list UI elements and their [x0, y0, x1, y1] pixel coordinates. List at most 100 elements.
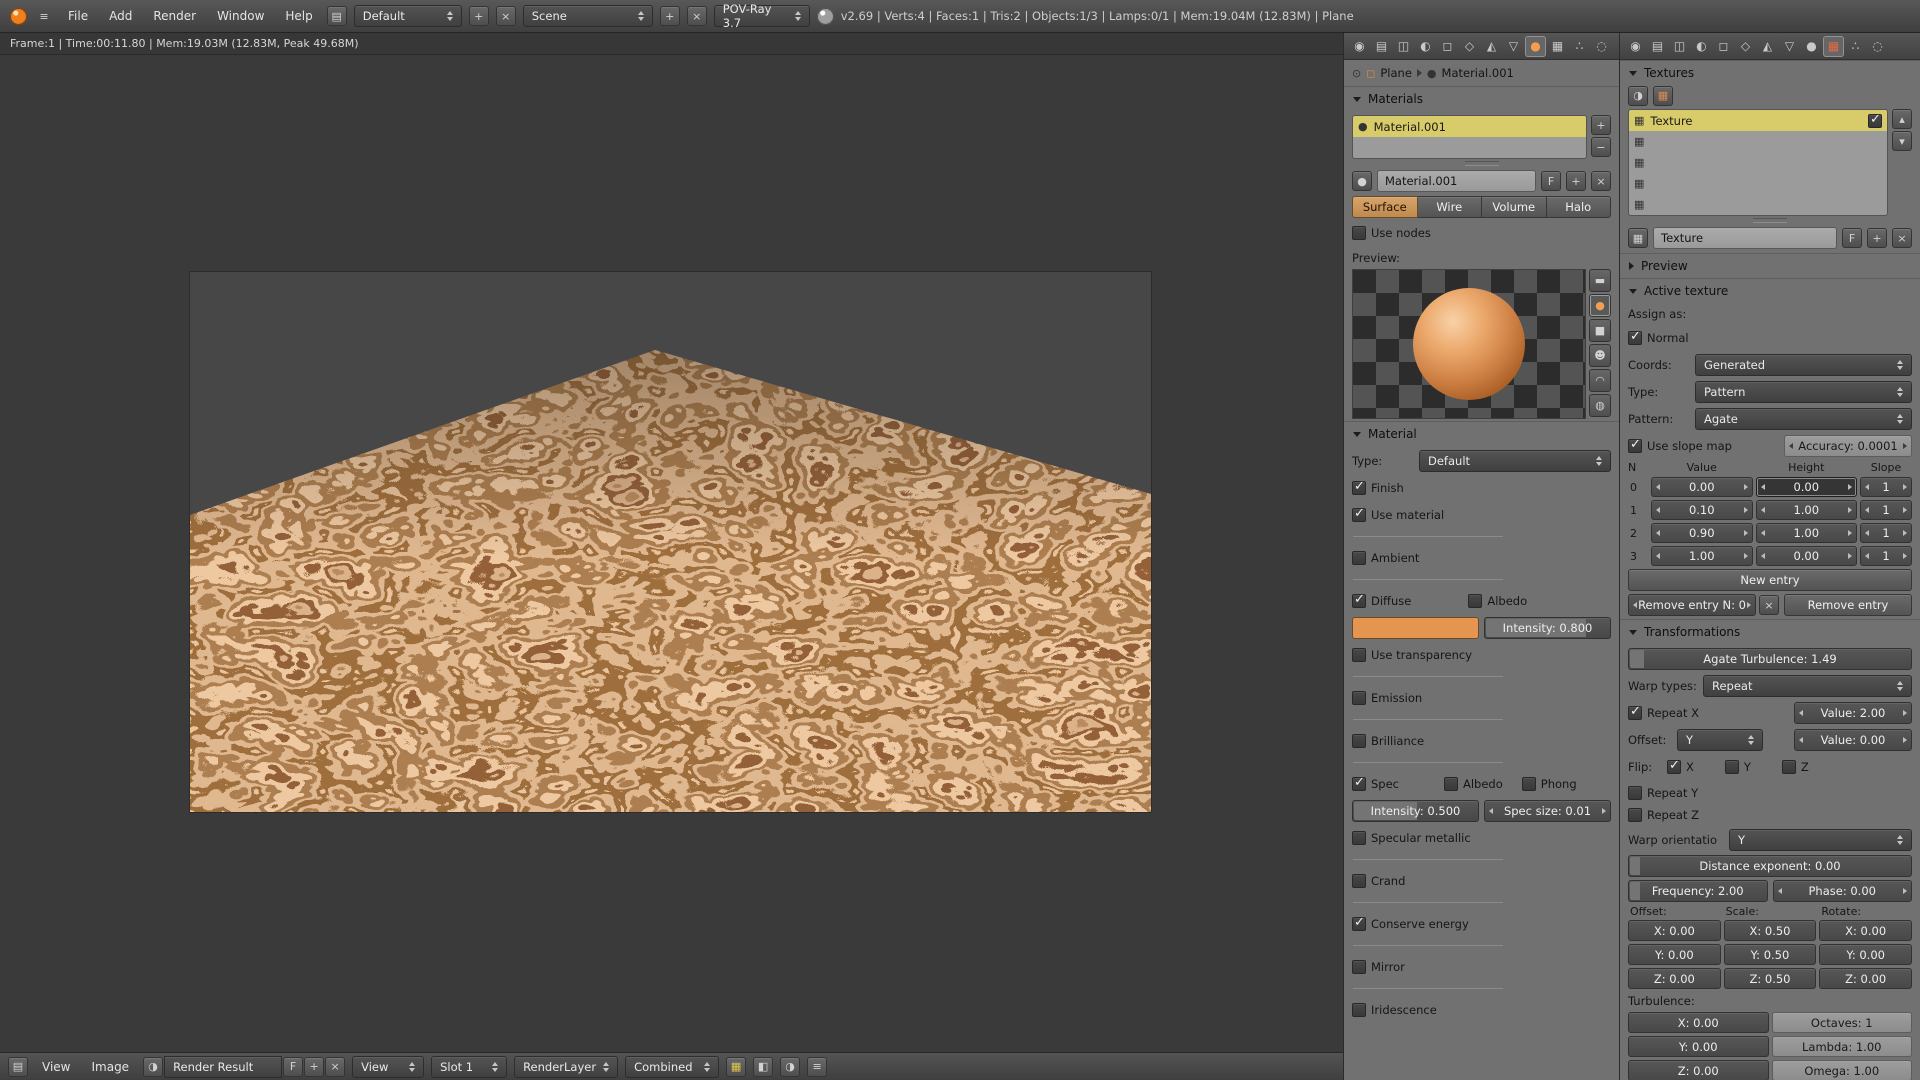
conserve-energy-checkbox[interactable] [1352, 917, 1366, 931]
repeat-z-checkbox[interactable] [1628, 808, 1642, 822]
tab-scene-icon[interactable]: ◫ [1393, 36, 1414, 57]
turbulence-y-field[interactable]: Y: 0.00 [1628, 1036, 1769, 1057]
octaves-field[interactable]: Octaves: 1 [1772, 1012, 1913, 1033]
iridescence-checkbox[interactable] [1352, 1003, 1366, 1017]
wire-tab[interactable]: Wire [1418, 196, 1483, 218]
pattern-selector[interactable]: Agate [1695, 408, 1912, 430]
draw-channel-color-icon[interactable]: ▦ [726, 1057, 746, 1077]
texture-name-field[interactable]: Texture [1653, 227, 1837, 249]
preview-cube-button[interactable]: ■ [1589, 319, 1611, 342]
material-slot-row[interactable]: ● Material.001 [1353, 116, 1586, 137]
tab-scene-icon[interactable]: ◫ [1669, 36, 1690, 57]
active-texture-panel-header[interactable]: Active texture [1620, 278, 1920, 303]
spec-albedo-checkbox[interactable] [1444, 777, 1458, 791]
offset-z-field[interactable]: Z: 0.00 [1628, 968, 1721, 989]
menu-window[interactable]: Window [210, 7, 271, 25]
agate-turbulence-slider[interactable]: Agate Turbulence: 1.49 [1628, 648, 1912, 670]
rotate-x-field[interactable]: X: 0.00 [1819, 920, 1912, 941]
move-texture-up-button[interactable]: ▴ [1892, 109, 1912, 129]
render-slot-selector[interactable]: Slot 1 [431, 1056, 507, 1078]
delete-scene-button[interactable]: × [687, 6, 707, 26]
warp-types-selector[interactable]: Repeat [1703, 675, 1912, 697]
flip-y-checkbox[interactable] [1725, 760, 1739, 774]
list-resize-grip[interactable] [1753, 218, 1787, 223]
texture-new-button[interactable]: + [1867, 228, 1887, 248]
slope-slope-field[interactable]: 1 [1860, 523, 1912, 543]
spec-size-field[interactable]: Spec size: 0.01 [1484, 800, 1611, 822]
use-slope-map-checkbox[interactable] [1628, 439, 1642, 453]
menu-file[interactable]: File [61, 7, 95, 25]
tab-object-data-icon[interactable]: ▽ [1503, 36, 1524, 57]
preview-panel-header[interactable]: Preview [1620, 253, 1920, 278]
scale-z-field[interactable]: Z: 0.50 [1724, 968, 1817, 989]
repeat-y-checkbox[interactable] [1628, 786, 1642, 800]
tab-physics-icon[interactable]: ◌ [1591, 36, 1612, 57]
diffuse-intensity-slider[interactable]: Intensity: 0.800 [1484, 617, 1611, 639]
texture-slot-row[interactable]: ▦ Texture [1629, 110, 1887, 131]
material-unlink-button[interactable]: × [1591, 171, 1611, 191]
slope-slope-field[interactable]: 1 [1860, 477, 1912, 497]
tab-world-icon[interactable]: ◐ [1691, 36, 1712, 57]
repeat-x-value-field[interactable]: Value: 2.00 [1794, 702, 1912, 724]
texture-fake-user-button[interactable]: F [1842, 228, 1862, 248]
texture-context-world-icon[interactable]: ◑ [1628, 86, 1648, 106]
specular-metallic-checkbox[interactable] [1352, 831, 1366, 845]
tab-render-layers-icon[interactable]: ▤ [1371, 36, 1392, 57]
offset-axis-selector[interactable]: Y [1677, 729, 1763, 751]
tab-render-layers-icon[interactable]: ▤ [1647, 36, 1668, 57]
tab-material-icon[interactable]: ● [1801, 36, 1822, 57]
turbulence-z-field[interactable]: Z: 0.00 [1628, 1060, 1769, 1080]
material-type-selector[interactable]: Default [1419, 450, 1611, 472]
preview-flat-button[interactable]: ▬ [1589, 269, 1611, 292]
image-fake-user-button[interactable]: F [283, 1057, 303, 1077]
texture-context-material-icon[interactable]: ▦ [1653, 86, 1673, 106]
render-engine-selector[interactable]: POV-Ray 3.7 [714, 5, 810, 27]
offset-y-field[interactable]: Y: 0.00 [1628, 944, 1721, 965]
phong-checkbox[interactable] [1522, 777, 1536, 791]
tab-render-icon[interactable]: ◉ [1625, 36, 1646, 57]
slope-slope-field[interactable]: 1 [1860, 546, 1912, 566]
editor-type-image-icon[interactable]: ▤ [8, 1057, 28, 1077]
add-scene-button[interactable]: + [660, 6, 680, 26]
coords-selector[interactable]: Generated [1695, 354, 1912, 376]
render-pass-selector[interactable]: Combined [625, 1056, 719, 1078]
use-nodes-checkbox[interactable] [1352, 226, 1366, 240]
turbulence-x-field[interactable]: X: 0.00 [1628, 1012, 1769, 1033]
slope-height-field[interactable]: 1.00 [1756, 500, 1858, 520]
mirror-checkbox[interactable] [1352, 960, 1366, 974]
slope-height-field[interactable]: 1.00 [1756, 523, 1858, 543]
emission-checkbox[interactable] [1352, 691, 1366, 705]
tab-material-icon[interactable]: ● [1525, 36, 1546, 57]
textures-panel-header[interactable]: Textures [1620, 60, 1920, 85]
tab-modifiers-icon[interactable]: ◭ [1757, 36, 1778, 57]
move-texture-down-button[interactable]: ▾ [1892, 131, 1912, 151]
tab-render-icon[interactable]: ◉ [1349, 36, 1370, 57]
transformations-panel-header[interactable]: Transformations [1620, 619, 1920, 644]
image-unlink-button[interactable]: × [325, 1057, 345, 1077]
draw-channel-zbuffer-icon[interactable]: ◑ [780, 1057, 800, 1077]
offset-value-field[interactable]: Value: 0.00 [1794, 729, 1912, 751]
texture-slot-row-empty[interactable]: ▦ [1629, 194, 1887, 215]
diffuse-checkbox[interactable] [1352, 594, 1366, 608]
delete-layout-button[interactable]: × [496, 6, 516, 26]
material-browse-icon[interactable]: ● [1352, 171, 1372, 191]
halo-tab[interactable]: Halo [1547, 196, 1612, 218]
texture-slot-row-empty[interactable]: ▦ [1629, 131, 1887, 152]
rotate-y-field[interactable]: Y: 0.00 [1819, 944, 1912, 965]
slope-value-field[interactable]: 0.00 [1651, 477, 1753, 497]
new-entry-button[interactable]: New entry [1628, 569, 1912, 591]
editor-type-info-icon[interactable]: ≡ [34, 6, 54, 26]
remove-material-slot-button[interactable]: − [1591, 137, 1611, 157]
material-name-field[interactable]: Material.001 [1377, 170, 1536, 192]
pin-icon[interactable]: ⊙ [1352, 67, 1361, 80]
texture-type-selector[interactable]: Pattern [1695, 381, 1912, 403]
flip-x-checkbox[interactable] [1667, 760, 1681, 774]
phase-field[interactable]: Phase: 0.00 [1773, 880, 1913, 902]
screen-layout-selector[interactable]: Default [354, 5, 462, 27]
image-browse-icon[interactable]: ◑ [143, 1057, 163, 1077]
scopes-icon[interactable]: ≡ [807, 1057, 827, 1077]
tab-world-icon[interactable]: ◐ [1415, 36, 1436, 57]
use-material-checkbox[interactable] [1352, 508, 1366, 522]
spec-intensity-slider[interactable]: Intensity: 0.500 [1352, 800, 1479, 822]
slope-height-field[interactable]: 0.00 [1756, 477, 1858, 497]
